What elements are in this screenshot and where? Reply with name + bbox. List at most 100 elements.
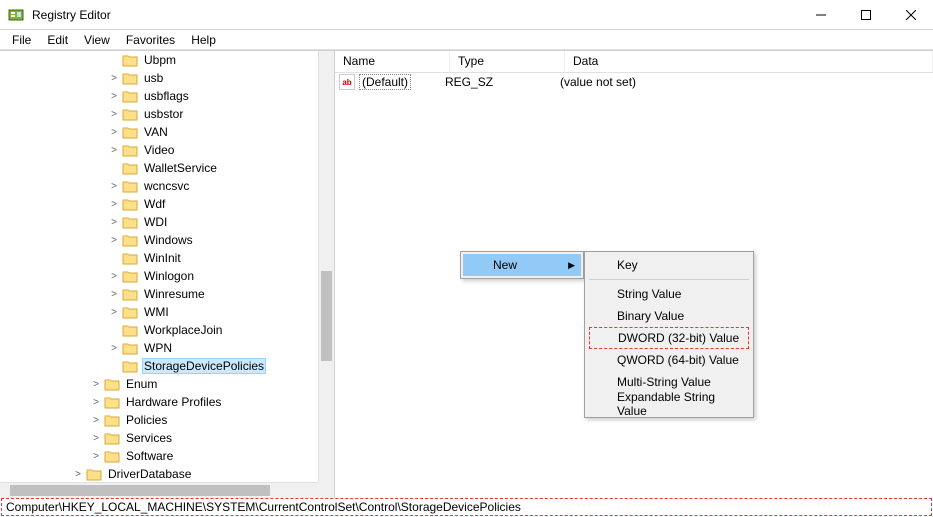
tree-item-label: StorageDevicePolicies xyxy=(142,358,266,374)
tree-item[interactable]: > DriverDatabase xyxy=(0,465,318,482)
folder-icon xyxy=(122,161,138,175)
column-name[interactable]: Name xyxy=(335,51,450,72)
menu-view[interactable]: View xyxy=(76,33,118,47)
tree-item-label: Services xyxy=(124,431,174,445)
tree-expander-icon[interactable]: > xyxy=(90,433,102,444)
tree-item[interactable]: StorageDevicePolicies xyxy=(0,357,318,375)
tree-expander-icon[interactable]: > xyxy=(108,217,120,228)
menu-item-key[interactable]: Key xyxy=(587,254,751,276)
menu-favorites[interactable]: Favorites xyxy=(118,33,183,47)
menu-item-label: Expandable String Value xyxy=(617,390,743,418)
tree-item[interactable]: > wcncsvc xyxy=(0,177,318,195)
tree-expander-icon[interactable]: > xyxy=(108,181,120,192)
tree-expander-icon[interactable]: > xyxy=(108,91,120,102)
tree-item[interactable]: > Windows xyxy=(0,231,318,249)
tree-expander-icon[interactable]: > xyxy=(108,271,120,282)
folder-icon xyxy=(122,269,138,283)
string-value-icon: ab xyxy=(339,74,355,90)
tree-item-label: usbflags xyxy=(142,89,191,103)
maximize-button[interactable] xyxy=(843,0,888,29)
folder-icon xyxy=(122,233,138,247)
minimize-button[interactable] xyxy=(798,0,843,29)
tree-expander-icon[interactable]: > xyxy=(90,379,102,390)
menu-item-label: QWORD (64-bit) Value xyxy=(617,353,739,367)
tree-pane: Ubpm>usb>usbflags>usbstor>VAN>VideoWalle… xyxy=(0,51,335,498)
menu-bar: File Edit View Favorites Help xyxy=(0,30,933,50)
tree-item[interactable]: >usbstor xyxy=(0,105,318,123)
tree-item[interactable]: > Services xyxy=(0,429,318,447)
menu-item-label: DWORD (32-bit) Value xyxy=(618,331,739,345)
tree-item[interactable]: > WDI xyxy=(0,213,318,231)
tree-item-label: Winlogon xyxy=(142,269,196,283)
close-button[interactable] xyxy=(888,0,933,29)
tree-expander-icon[interactable]: > xyxy=(90,451,102,462)
tree-item-label: WinInit xyxy=(142,251,183,265)
tree-item[interactable]: >WMI xyxy=(0,303,318,321)
tree-vertical-scrollbar[interactable] xyxy=(318,51,334,482)
folder-icon xyxy=(122,197,138,211)
folder-icon xyxy=(122,251,138,265)
tree-expander-icon[interactable]: > xyxy=(108,235,120,246)
tree-horizontal-scrollbar[interactable] xyxy=(0,482,318,498)
tree-item-label: WalletService xyxy=(142,161,219,175)
tree-expander-icon[interactable]: > xyxy=(108,73,120,84)
tree-item[interactable]: > WPN xyxy=(0,339,318,357)
tree-expander-icon[interactable]: > xyxy=(108,109,120,120)
tree-item[interactable]: > usbflags xyxy=(0,87,318,105)
tree-item[interactable]: > Software xyxy=(0,447,318,465)
tree-expander-icon[interactable]: > xyxy=(108,289,120,300)
tree-item[interactable]: Ubpm xyxy=(0,51,318,69)
folder-icon xyxy=(122,287,138,301)
menu-item-qword-64-bit-value[interactable]: QWORD (64-bit) Value xyxy=(587,349,751,371)
column-type[interactable]: Type xyxy=(450,51,565,72)
tree-item[interactable]: >Wdf xyxy=(0,195,318,213)
tree-expander-icon[interactable]: > xyxy=(90,415,102,426)
folder-icon xyxy=(104,377,120,391)
tree-expander-icon[interactable]: > xyxy=(108,127,120,138)
menu-item-dword-32-bit-value[interactable]: DWORD (32-bit) Value xyxy=(589,327,749,349)
menu-item-label: Key xyxy=(617,258,638,272)
list-header: Name Type Data xyxy=(335,51,933,73)
tree-expander-icon[interactable]: > xyxy=(108,199,120,210)
menu-item-binary-value[interactable]: Binary Value xyxy=(587,305,751,327)
menu-item-expandable-string-value[interactable]: Expandable String Value xyxy=(587,393,751,415)
tree-item[interactable]: >Video xyxy=(0,141,318,159)
menu-edit[interactable]: Edit xyxy=(39,33,76,47)
tree-item[interactable]: WalletService xyxy=(0,159,318,177)
tree-item[interactable]: > Policies xyxy=(0,411,318,429)
tree-item[interactable]: >Enum xyxy=(0,375,318,393)
menu-file[interactable]: File xyxy=(4,33,39,47)
tree-item[interactable]: >usb xyxy=(0,69,318,87)
tree-item[interactable]: > Winresume xyxy=(0,285,318,303)
tree-expander-icon[interactable]: > xyxy=(90,397,102,408)
context-menu: New ▶ xyxy=(460,251,584,279)
tree-item[interactable]: WorkplaceJoin xyxy=(0,321,318,339)
tree-item-label: wcncsvc xyxy=(142,179,191,193)
tree-item-label: Policies xyxy=(124,413,169,427)
tree-item[interactable]: >VAN xyxy=(0,123,318,141)
tree-item-label: Windows xyxy=(142,233,195,247)
folder-icon xyxy=(122,71,138,85)
tree-item-label: Software xyxy=(124,449,175,463)
tree-expander-icon[interactable]: > xyxy=(108,343,120,354)
tree-expander-icon[interactable]: > xyxy=(108,145,120,156)
tree-item[interactable]: > Winlogon xyxy=(0,267,318,285)
list-row[interactable]: ab (Default) REG_SZ (value not set) xyxy=(335,73,933,91)
tree-item[interactable]: WinInit xyxy=(0,249,318,267)
value-type: REG_SZ xyxy=(445,75,560,89)
tree-expander-icon[interactable]: > xyxy=(72,469,84,480)
tree-item-label: WDI xyxy=(142,215,169,229)
tree-item-label: Winresume xyxy=(142,287,207,301)
menu-item-label: Multi-String Value xyxy=(617,375,711,389)
tree-item[interactable]: >Hardware Profiles xyxy=(0,393,318,411)
folder-icon xyxy=(122,305,138,319)
tree-item-label: DriverDatabase xyxy=(106,467,193,481)
tree-expander-icon[interactable]: > xyxy=(108,307,120,318)
folder-icon xyxy=(104,449,120,463)
tree-item-label: WPN xyxy=(142,341,174,355)
menu-item-new[interactable]: New ▶ xyxy=(463,254,581,276)
menu-help[interactable]: Help xyxy=(183,33,224,47)
list-pane: Name Type Data ab (Default) REG_SZ (valu… xyxy=(335,51,933,498)
column-data[interactable]: Data xyxy=(565,51,933,72)
menu-item-string-value[interactable]: String Value xyxy=(587,283,751,305)
